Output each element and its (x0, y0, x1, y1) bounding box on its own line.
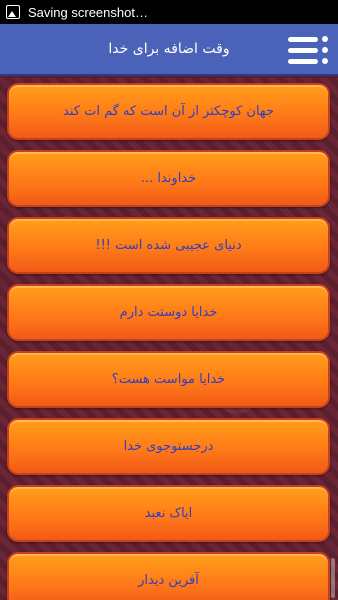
list-item[interactable]: خداوندا ... (7, 150, 330, 207)
status-bar: Saving screenshot… (0, 0, 338, 24)
app-bar: وقت اضافه برای خدا (0, 24, 338, 76)
list-item-label: دنیای عجیبی شده است !!! (95, 238, 242, 253)
menu-button[interactable] (282, 32, 328, 68)
list-item[interactable]: آفرین دیدار (7, 552, 330, 600)
list-item[interactable]: درجستوجوی خدا (7, 418, 330, 475)
list-item[interactable]: جهان کوچکتر از آن است که گم ات کند (7, 83, 330, 140)
list-item[interactable]: دنیای عجیبی شده است !!! (7, 217, 330, 274)
list-item[interactable]: خدایا مواست هست؟ (7, 351, 330, 408)
page-title: وقت اضافه برای خدا (108, 41, 230, 57)
list-item-label: خدایا دوستت دارم (119, 305, 218, 320)
menu-icon (282, 36, 328, 42)
list-item-label: خدایا مواست هست؟ (111, 372, 226, 387)
list-item-label: خداوندا ... (140, 171, 197, 186)
list-item-label: آفرین دیدار (138, 573, 199, 588)
list-item[interactable]: خدایا دوستت دارم (7, 284, 330, 341)
notification-text: Saving screenshot… (28, 4, 148, 20)
list-item-label: درجستوجوی خدا (123, 439, 214, 454)
image-icon (6, 5, 20, 19)
list-item-label: ایاک نعبد (144, 506, 193, 521)
content-list-area[interactable]: جهان کوچکتر از آن است که گم ات کند خداون… (0, 78, 338, 600)
list-item-label: جهان کوچکتر از آن است که گم ات کند (63, 104, 274, 119)
list-item[interactable]: ایاک نعبد (7, 485, 330, 542)
scrollbar[interactable] (331, 558, 335, 598)
